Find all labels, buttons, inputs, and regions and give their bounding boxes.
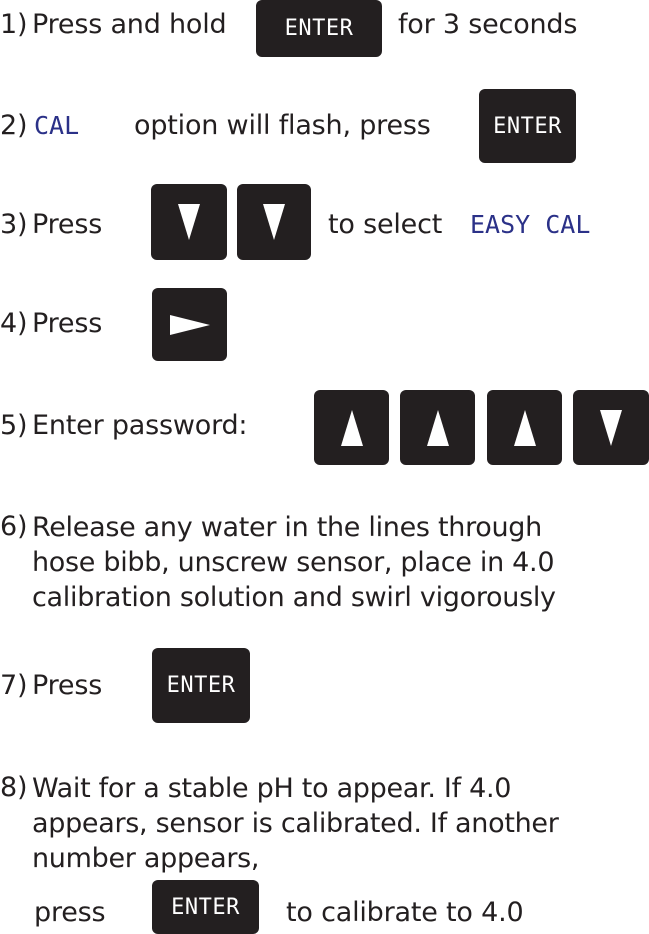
down-arrow-key-button[interactable] xyxy=(573,390,649,465)
enter-key-label: ENTER xyxy=(493,113,562,139)
step-text-line: Wait for a stable pH to appear. If 4.0 xyxy=(32,773,512,804)
step-text: for 3 seconds xyxy=(398,9,578,40)
down-triangle-icon xyxy=(600,409,622,446)
enter-key-label: ENTER xyxy=(284,16,354,41)
step-text: option will flash, press xyxy=(134,110,431,141)
down-arrow-key-button[interactable] xyxy=(151,184,227,260)
step-text: to calibrate to 4.0 xyxy=(286,897,524,928)
step-number: 7) xyxy=(0,670,28,701)
step-text-line: appears, sensor is calibrated. If anothe… xyxy=(32,808,559,839)
enter-key-label: ENTER xyxy=(166,673,236,698)
step-number: 4) xyxy=(0,308,28,339)
step-text: Enter password: xyxy=(32,410,248,441)
up-arrow-key-button[interactable] xyxy=(400,390,475,465)
enter-key-button[interactable]: ENTER xyxy=(152,880,259,934)
enter-key-button[interactable]: ENTER xyxy=(152,648,250,723)
enter-key-button[interactable]: ENTER xyxy=(256,0,382,57)
up-arrow-key-button[interactable] xyxy=(314,390,389,465)
step-text-line: calibration solution and swirl vigorousl… xyxy=(32,582,556,613)
up-triangle-icon xyxy=(513,409,536,446)
step-text: Press xyxy=(32,209,103,240)
up-arrow-key-button[interactable] xyxy=(487,390,562,465)
step-number: 3) xyxy=(0,209,28,240)
down-triangle-icon xyxy=(263,204,285,240)
lcd-display-text: CAL xyxy=(34,111,80,140)
step-text: Press and hold xyxy=(32,9,227,40)
step-text: press xyxy=(34,897,106,928)
step-text: to select xyxy=(328,209,443,240)
step-text: Press xyxy=(32,308,103,339)
step-number: 8) xyxy=(0,772,28,803)
right-triangle-icon xyxy=(169,314,210,335)
step-number: 6) xyxy=(0,511,28,542)
step-text-line: number appears, xyxy=(32,843,260,874)
step-text-line: Release any water in the lines through xyxy=(32,512,542,543)
step-number: 2) xyxy=(0,110,28,141)
down-arrow-key-button[interactable] xyxy=(237,184,311,260)
enter-key-button[interactable]: ENTER xyxy=(479,89,576,163)
step-number: 1) xyxy=(0,9,28,40)
right-arrow-key-button[interactable] xyxy=(152,288,227,361)
step-text-line: hose bibb, unscrew sensor, place in 4.0 xyxy=(32,547,555,578)
step-number: 5) xyxy=(0,410,28,441)
up-triangle-icon xyxy=(426,409,449,446)
step-text: Press xyxy=(32,670,103,701)
enter-key-label: ENTER xyxy=(171,894,240,920)
down-triangle-icon xyxy=(178,204,200,240)
up-triangle-icon xyxy=(340,409,363,446)
lcd-display-text: EASY CAL xyxy=(470,210,591,239)
